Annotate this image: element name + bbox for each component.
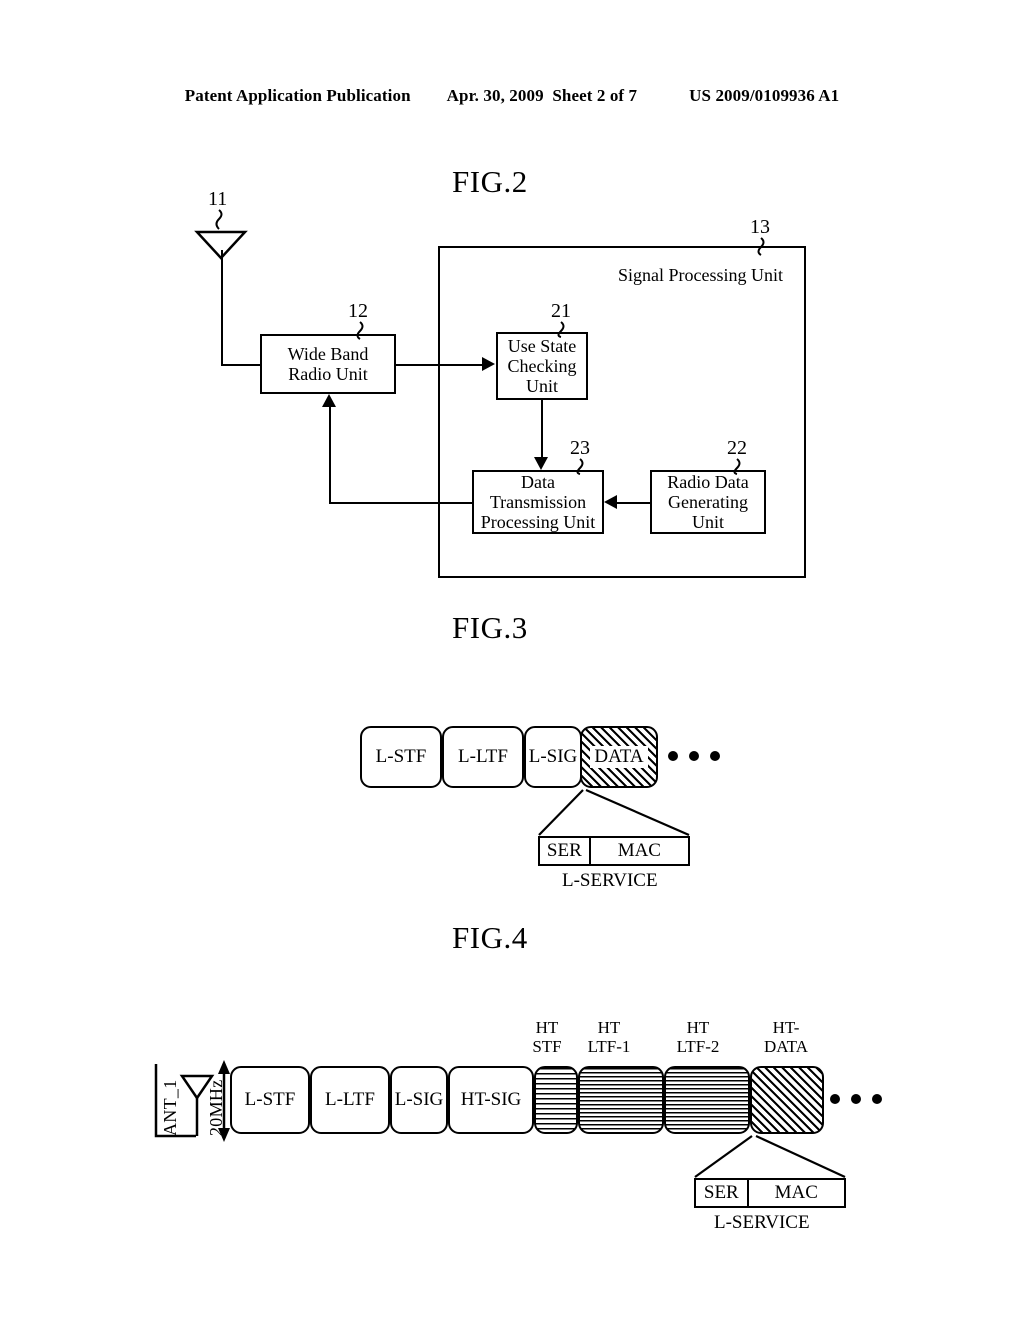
dtpu-feedback-horizontal xyxy=(329,502,472,504)
fig3-ellipsis-dot-1 xyxy=(668,751,678,761)
use-state-to-dtpu-line xyxy=(541,400,543,458)
use-state-to-dtpu-arrowhead xyxy=(534,457,548,470)
fig4-ellipsis-dot-3 xyxy=(872,1094,882,1104)
block-radio-data-generating-unit-line-2: Generating xyxy=(668,491,748,512)
ref-numeral-12: 12 xyxy=(348,300,368,322)
fig4-field-ht-sig: HT-SIG xyxy=(448,1066,534,1134)
fig3-field-l-sig-label: L-SIG xyxy=(526,746,580,768)
fig3-field-data-label: DATA xyxy=(590,746,648,768)
fig4-top-label-ht-data: HT- DATA xyxy=(748,1018,824,1056)
radio-to-use-state-arrowhead xyxy=(482,357,495,371)
fig4-top-label-ht-ltf-1: HT LTF-1 xyxy=(573,1018,645,1056)
fig4-field-l-stf: L-STF xyxy=(230,1066,310,1134)
figure-3-title: FIG.3 xyxy=(452,610,528,645)
fig4-top-label-ht-ltf-2: HT LTF-2 xyxy=(662,1018,734,1056)
ref-numeral-11: 11 xyxy=(208,188,228,210)
fig4-antenna-label: ANT_1 xyxy=(160,1079,180,1137)
fig3-field-l-ltf: L-LTF xyxy=(442,726,524,788)
ref-numeral-21: 21 xyxy=(551,300,571,322)
fig3-l-service-cell-ser: SER xyxy=(546,840,582,861)
fig4-field-l-sig: L-SIG xyxy=(390,1066,448,1134)
block-data-transmission-processing-unit-line-1: Data xyxy=(521,471,555,492)
rdgu-to-dtpu-line xyxy=(617,502,650,504)
fig3-field-data: DATA xyxy=(580,726,658,788)
block-radio-data-generating-unit-line-1: Radio Data xyxy=(667,471,749,492)
block-data-transmission-processing-unit-line-3: Processing Unit xyxy=(480,512,596,533)
block-radio-data-generating-unit-line-3: Unit xyxy=(691,512,724,533)
block-use-state-checking-unit-line-1: Use State xyxy=(507,335,577,356)
block-use-state-checking-unit: Use State Checking Unit xyxy=(496,332,588,400)
dtpu-feedback-arrowhead xyxy=(322,394,336,407)
fig3-ellipsis-dot-3 xyxy=(710,751,720,761)
figure-2: FIG.2 11 13 Signal Processing Unit 12 Wi… xyxy=(0,0,1024,600)
fig4-top-label-ht-data-line-1: HT- xyxy=(772,1018,800,1037)
fig4-field-ht-ltf-1 xyxy=(578,1066,664,1134)
ref-numeral-22: 22 xyxy=(727,437,747,459)
fig4-field-l-ltf: L-LTF xyxy=(310,1066,390,1134)
fig3-field-l-stf-label: L-STF xyxy=(371,746,431,768)
fig3-field-l-sig: L-SIG xyxy=(524,726,582,788)
fig3-ellipsis xyxy=(668,751,720,761)
fig4-l-service-caption: L-SERVICE xyxy=(714,1212,810,1233)
fig4-field-l-sig-label: L-SIG xyxy=(392,1089,446,1111)
fig4-field-ht-ltf-2 xyxy=(664,1066,750,1134)
rdgu-to-dtpu-arrowhead xyxy=(604,495,617,509)
fig3-callout-lines xyxy=(538,788,690,837)
fig4-callout-lines xyxy=(694,1135,846,1178)
figure-4-title: FIG.4 xyxy=(452,920,528,955)
fig4-field-ht-data xyxy=(750,1066,824,1134)
fig4-top-label-ht-stf-line-2: STF xyxy=(532,1037,562,1057)
fig4-field-ht-stf xyxy=(534,1066,578,1134)
block-use-state-checking-unit-line-3: Unit xyxy=(525,376,558,397)
fig4-field-ht-sig-label: HT-SIG xyxy=(456,1089,526,1111)
fig3-l-service-cell-mac: MAC xyxy=(588,838,688,864)
fig4-top-label-ht-stf-line-1: HT xyxy=(535,1018,559,1037)
ref-numeral-23: 23 xyxy=(570,437,590,459)
fig4-top-label-ht-ltf-1-line-2: LTF-1 xyxy=(587,1037,631,1057)
fig3-field-l-ltf-label: L-LTF xyxy=(454,746,512,768)
block-wide-band-radio-unit: Wide Band Radio Unit xyxy=(260,334,396,394)
fig4-l-service-cell-ser: SER xyxy=(703,1182,739,1203)
block-wide-band-radio-unit-line-1: Wide Band xyxy=(287,343,369,364)
antenna-stem xyxy=(221,250,223,364)
fig4-field-l-stf-label: L-STF xyxy=(240,1089,300,1111)
signal-processing-unit-label: Signal Processing Unit xyxy=(618,265,783,285)
block-radio-data-generating-unit: Radio Data Generating Unit xyxy=(650,470,766,534)
fig4-top-label-ht-data-line-2: DATA xyxy=(764,1037,808,1057)
ref-numeral-13: 13 xyxy=(750,216,770,238)
fig4-ellipsis xyxy=(830,1094,882,1104)
fig3-l-service-caption: L-SERVICE xyxy=(562,870,658,891)
fig3-ellipsis-dot-2 xyxy=(689,751,699,761)
fig4-ellipsis-dot-2 xyxy=(851,1094,861,1104)
figure-2-title: FIG.2 xyxy=(452,164,528,199)
radio-to-use-state-line xyxy=(396,364,482,366)
fig3-l-service-box: SER MAC xyxy=(538,836,690,866)
fig4-top-label-ht-stf: HT STF xyxy=(524,1018,570,1056)
fig3-field-l-stf: L-STF xyxy=(360,726,442,788)
block-use-state-checking-unit-line-2: Checking xyxy=(507,355,577,376)
fig4-top-label-ht-ltf-2-line-1: HT xyxy=(686,1018,710,1037)
antenna-to-radio-line xyxy=(221,364,262,366)
fig4-l-service-cell-mac: MAC xyxy=(746,1180,844,1206)
block-data-transmission-processing-unit: Data Transmission Processing Unit xyxy=(472,470,604,534)
dtpu-feedback-vertical xyxy=(329,407,331,502)
block-data-transmission-processing-unit-line-2: Transmission xyxy=(489,491,587,512)
fig4-top-label-ht-ltf-1-line-1: HT xyxy=(597,1018,621,1037)
fig4-l-service-box: SER MAC xyxy=(694,1178,846,1208)
block-wide-band-radio-unit-line-2: Radio Unit xyxy=(288,364,368,384)
fig4-bandwidth-label: 20MHz xyxy=(206,1079,226,1137)
fig4-ellipsis-dot-1 xyxy=(830,1094,840,1104)
fig4-top-label-ht-ltf-2-line-2: LTF-2 xyxy=(676,1037,720,1057)
fig4-field-l-ltf-label: L-LTF xyxy=(321,1089,379,1111)
